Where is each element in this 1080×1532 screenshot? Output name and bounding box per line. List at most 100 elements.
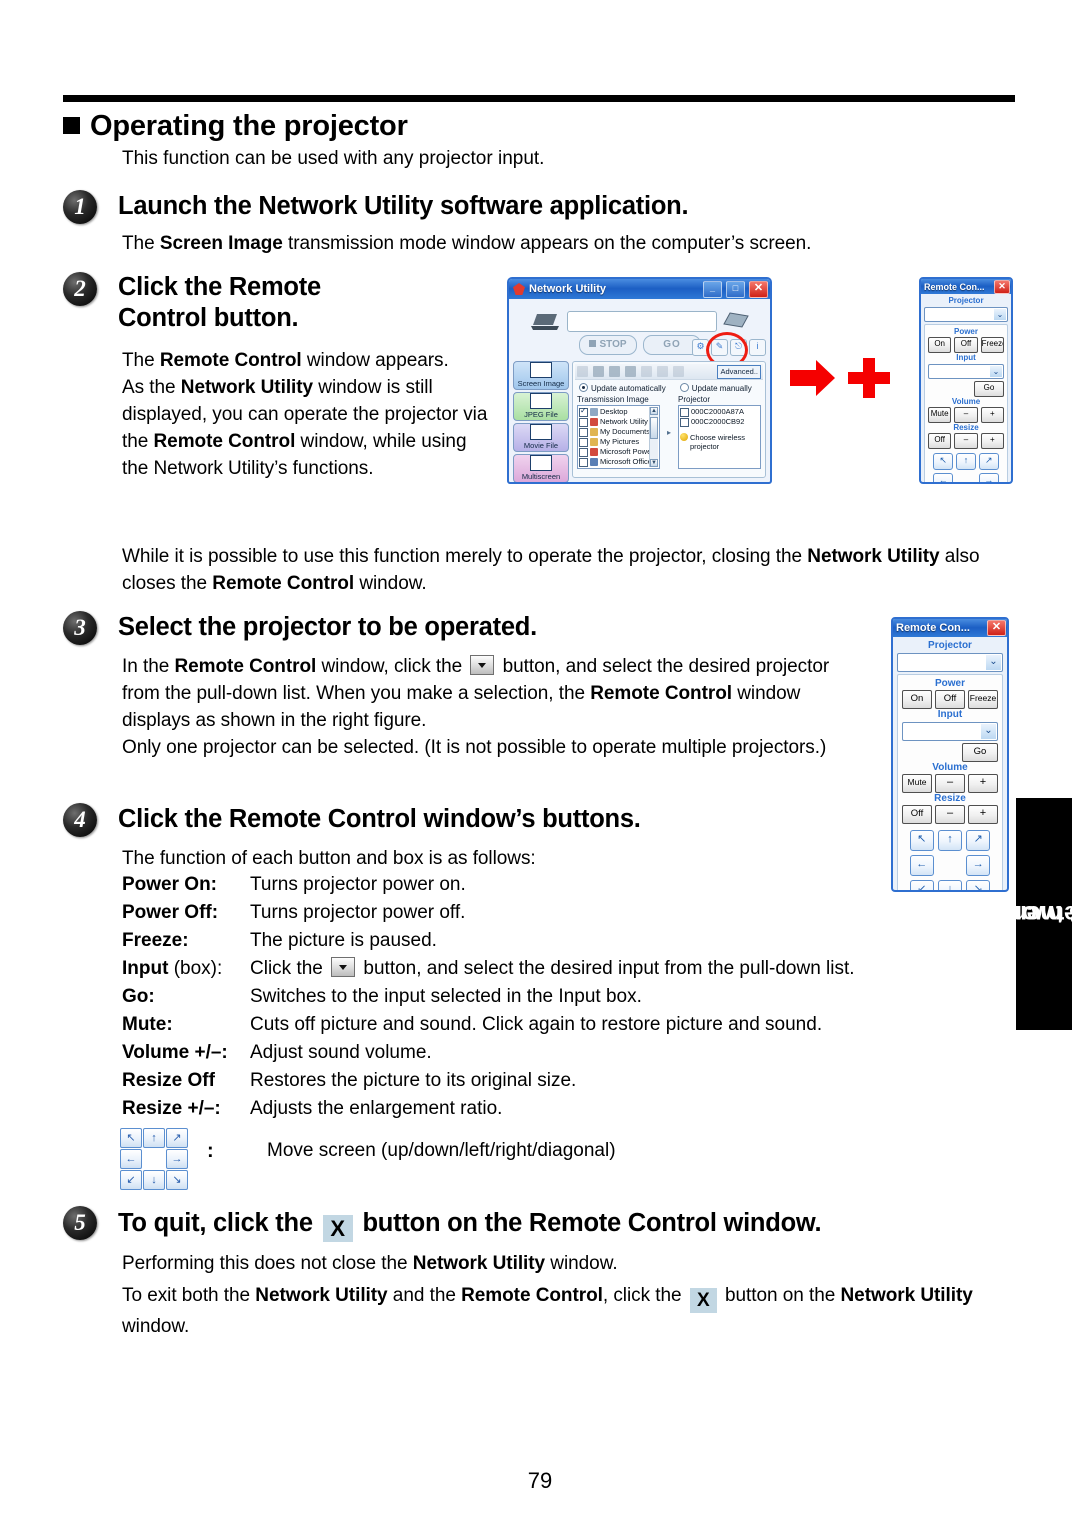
resize-off-button[interactable]: Off <box>928 433 952 449</box>
close-x-icon[interactable]: X <box>689 1288 717 1313</box>
projector-listbox[interactable]: 000C2000A87A 000C2000CB92 Choose wireles… <box>678 405 761 469</box>
move-up-right-button[interactable]: ↗ <box>966 830 991 851</box>
freeze-button[interactable]: Freeze <box>968 690 998 709</box>
scroll-down-arrow-icon[interactable]: ▼ <box>650 459 658 467</box>
resize-off-button[interactable]: Off <box>902 805 932 824</box>
checkbox-icon[interactable] <box>579 457 588 467</box>
rc-input-combo[interactable]: ⌄ <box>902 722 998 741</box>
resize-minus-button[interactable]: – <box>954 433 978 449</box>
mute-button[interactable]: Mute <box>902 774 932 793</box>
rc-close-button[interactable]: ✕ <box>994 279 1010 294</box>
chevron-down-icon[interactable]: ⌄ <box>994 309 1006 320</box>
minimize-button[interactable]: _ <box>703 280 722 298</box>
maximize-button[interactable]: □ <box>726 280 745 298</box>
chevron-down-icon[interactable]: ⌄ <box>981 724 996 739</box>
nu-tab-movie-file[interactable]: Movie File <box>513 423 569 452</box>
config-icon[interactable]: ⚙ <box>692 339 709 356</box>
nu-tab-label: JPEG File <box>524 410 558 419</box>
power-off-button[interactable]: Off <box>935 690 965 709</box>
list-item[interactable]: My Pictures <box>579 437 658 447</box>
radio-update-manually[interactable]: Update manually <box>679 383 752 393</box>
list-item[interactable]: Network Utility <box>579 417 658 427</box>
dropdown-arrow-icon[interactable] <box>331 957 356 977</box>
list-item[interactable]: Microsoft Office <box>579 457 658 467</box>
pad-down-left-icon: ↙ <box>120 1170 142 1190</box>
scroll-thumb[interactable] <box>650 417 658 439</box>
volume-minus-button[interactable]: – <box>954 407 978 423</box>
checkbox-icon[interactable] <box>680 417 689 427</box>
list-item[interactable]: Microsoft Power <box>579 447 658 457</box>
transmission-listbox[interactable]: Desktop Network Utility My Documents My … <box>577 405 660 469</box>
nu-tool-icon-row: ⚙ ✎ ⎋ i <box>692 339 766 356</box>
move-left-button[interactable]: ← <box>933 473 954 482</box>
toolbar-icon-refresh[interactable] <box>673 366 684 377</box>
chevron-down-icon[interactable]: ⌄ <box>986 655 1001 670</box>
nu-tab-screen-image[interactable]: Screen Image <box>513 361 569 390</box>
choose-wireless-label: Choose wireless projector <box>690 433 746 451</box>
pad-right-icon: → <box>166 1149 188 1169</box>
toolbar-icon-1[interactable] <box>577 366 588 377</box>
power-off-button[interactable]: Off <box>954 337 978 353</box>
power-on-button[interactable]: On <box>928 337 952 353</box>
list-item[interactable]: 000C2000A87A <box>680 407 759 417</box>
toolbar-icon-6[interactable] <box>657 366 668 377</box>
move-up-button[interactable]: ↑ <box>956 453 976 470</box>
checkbox-icon[interactable] <box>579 437 588 447</box>
move-up-left-button[interactable]: ↖ <box>909 830 934 851</box>
rc-input-label: Input <box>956 353 976 362</box>
network-utility-window-figure: Network Utility _ □ ✕ STOP GO ⚙ ✎ ⎋ i Sc… <box>507 277 772 484</box>
volume-plus-button[interactable]: + <box>968 774 998 793</box>
scroll-up-arrow-icon[interactable]: ▲ <box>650 407 658 415</box>
move-up-left-button[interactable]: ↖ <box>933 453 954 470</box>
stop-button[interactable]: STOP <box>579 335 637 355</box>
mute-button[interactable]: Mute <box>928 407 952 423</box>
freeze-button[interactable]: Freeze <box>980 337 1004 353</box>
list-item[interactable]: Desktop <box>579 406 658 417</box>
stop-square-icon <box>589 340 597 347</box>
toolbar-icon-upload[interactable] <box>609 366 620 377</box>
close-x-icon[interactable]: X <box>322 1215 353 1242</box>
choose-wireless-projector-link[interactable]: Choose wireless projector <box>680 433 759 451</box>
listbox-scrollbar[interactable]: ▲ ▼ <box>649 407 658 467</box>
red-plus-icon <box>848 358 890 398</box>
checkbox-icon[interactable] <box>579 406 588 417</box>
go-button[interactable]: Go <box>962 743 998 762</box>
rc-projector-label: Projector <box>948 296 984 305</box>
info-icon[interactable]: i <box>749 339 766 356</box>
volume-plus-button[interactable]: + <box>980 407 1004 423</box>
rc-input-combo[interactable]: ⌄ <box>928 364 1004 379</box>
rc-projector-combo[interactable]: ⌄ <box>924 307 1008 322</box>
function-term-bold: Input <box>122 958 169 979</box>
resize-plus-button[interactable]: + <box>968 805 998 824</box>
chevron-down-icon[interactable]: ⌄ <box>990 366 1002 377</box>
rc-projector-combo[interactable]: ⌄ <box>897 653 1003 672</box>
move-up-button[interactable]: ↑ <box>937 830 963 851</box>
power-on-button[interactable]: On <box>902 690 932 709</box>
nu-tab-multiscreen[interactable]: Multiscreen <box>513 454 569 482</box>
checkbox-icon[interactable] <box>579 427 588 437</box>
toolbar-icon-5[interactable] <box>641 366 652 377</box>
pencil-icon[interactable]: ✎ <box>711 339 728 356</box>
volume-minus-button[interactable]: – <box>935 774 965 793</box>
advanced-button[interactable]: Advanced.. <box>717 364 761 379</box>
remote-control-icon[interactable]: ⎋ <box>730 339 747 356</box>
rc-close-button[interactable]: ✕ <box>987 620 1006 636</box>
toolbar-icon-audio[interactable] <box>625 366 636 377</box>
move-right-button[interactable]: → <box>978 473 999 482</box>
go-button[interactable]: Go <box>974 381 1004 397</box>
close-button[interactable]: ✕ <box>749 280 768 298</box>
checkbox-icon[interactable] <box>680 407 689 417</box>
list-item[interactable]: My Documents <box>579 427 658 437</box>
dropdown-arrow-icon[interactable] <box>470 655 495 675</box>
resize-minus-button[interactable]: – <box>935 805 965 824</box>
list-item[interactable]: 000C2000CB92 <box>680 417 759 427</box>
move-screen-pad-illustration: ↖ ↑ ↗ ← → ↙ ↓ ↘ <box>120 1128 188 1190</box>
move-up-right-button[interactable]: ↗ <box>978 453 999 470</box>
toolbar-icon-monitor[interactable] <box>593 366 604 377</box>
resize-plus-button[interactable]: + <box>980 433 1004 449</box>
nu-tab-jpeg-file[interactable]: JPEG File <box>513 392 569 421</box>
checkbox-icon[interactable] <box>579 417 588 427</box>
status-field[interactable] <box>567 311 717 332</box>
checkbox-icon[interactable] <box>579 447 588 457</box>
radio-update-automatically[interactable]: Update automatically <box>579 383 666 393</box>
